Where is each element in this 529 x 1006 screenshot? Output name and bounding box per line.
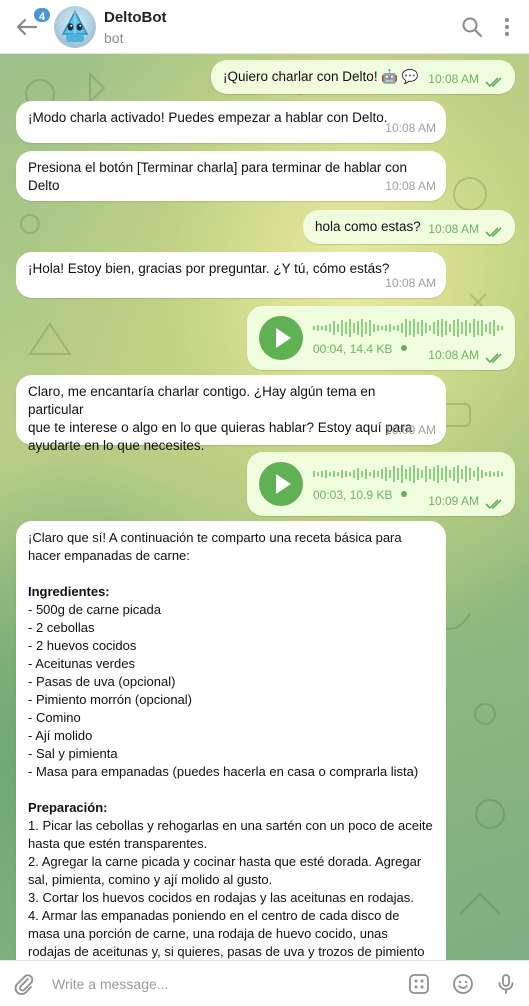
emoji-icon[interactable] (451, 972, 475, 996)
message-incoming[interactable]: ¡Modo charla activado! Puedes empezar a … (16, 101, 446, 143)
message-text: ¡Modo charla activado! Puedes empezar a … (28, 110, 388, 125)
more-vertical-icon[interactable] (496, 16, 518, 38)
message-input[interactable]: Write a message... (52, 976, 168, 992)
step-line: 2. Agregar la carne picada y cocinar has… (28, 854, 422, 869)
message-time: 10:08 AM (385, 121, 436, 135)
read-checkmarks-icon (485, 77, 502, 88)
message-text: hola como estas? (315, 219, 421, 234)
message-time: 10:08 AM (385, 276, 436, 290)
search-icon[interactable] (461, 16, 483, 38)
play-button[interactable] (259, 316, 303, 360)
waveform-icon (313, 465, 503, 483)
ingredient-item: - Ají molido (28, 728, 93, 743)
ingredient-item: - 2 cebollas (28, 620, 95, 635)
message-time: 10:08 AM (428, 222, 479, 236)
message-incoming-recipe[interactable]: ¡Claro que sí! A continuación te compart… (16, 521, 446, 960)
robot-avatar-icon (61, 10, 89, 42)
play-button[interactable] (259, 462, 303, 506)
message-time: 10:09 AM (385, 423, 436, 437)
ingredient-item: - Sal y pimienta (28, 746, 118, 761)
recipe-intro: ¡Claro que sí! A continuación te compart… (28, 530, 402, 563)
unplayed-dot-icon (401, 491, 407, 497)
ingredient-item: - Masa para empanadas (puedes hacerla en… (28, 764, 419, 779)
message-outgoing[interactable]: hola como estas? 10:08 AM (303, 210, 515, 244)
message-time: 10:08 AM (428, 72, 479, 86)
chat-area[interactable]: ¡Quiero charlar con Delto! 🤖 💬 10:08 AM … (0, 54, 529, 960)
step-line: rodajas de aceitunas y, si quieres, pasa… (28, 944, 425, 959)
message-text: Claro, me encantaría charlar contigo. ¿H… (28, 384, 413, 453)
attach-paperclip-icon[interactable] (12, 972, 36, 996)
message-text: ¡Quiero charlar con Delto! 🤖 💬 (223, 69, 419, 84)
voice-message-outgoing[interactable]: 00:04, 14.4 KB 10:08 AM (247, 306, 515, 370)
unplayed-dot-icon (401, 345, 407, 351)
ingredient-item: - Pasas de uva (opcional) (28, 674, 176, 689)
step-line: sal, pimienta, comino y ají molido al gu… (28, 872, 273, 887)
message-time: 10:09 AM (428, 494, 479, 508)
message-incoming[interactable]: Presiona el botón [Terminar charla] para… (16, 151, 446, 201)
message-incoming[interactable]: Claro, me encantaría charlar contigo. ¿H… (16, 375, 446, 453)
bot-commands-icon[interactable] (407, 972, 431, 996)
chat-subtitle: bot (104, 30, 124, 46)
microphone-icon[interactable] (494, 972, 518, 996)
ingredient-item: - Pimiento morrón (opcional) (28, 692, 193, 707)
message-input-bar: Write a message... (0, 960, 529, 1006)
read-checkmarks-icon (485, 227, 502, 238)
ingredient-item: - 500g de carne picada (28, 602, 161, 617)
chat-title: DeltoBot (104, 9, 167, 26)
message-text: ¡Hola! Estoy bien, gracias por preguntar… (28, 261, 390, 276)
chat-header: 4 DeltoBot bot (0, 0, 529, 54)
read-checkmarks-icon (485, 499, 502, 510)
message-time: 10:08 AM (428, 348, 479, 362)
step-line: masa una porción de carne, una rodaja de… (28, 926, 388, 941)
voice-duration-size: 00:03, 10.9 KB (313, 488, 393, 502)
read-checkmarks-icon (485, 353, 502, 364)
preparation-heading: Preparación: (28, 800, 108, 815)
ingredient-item: - 2 huevos cocidos (28, 638, 137, 653)
ingredient-item: - Comino (28, 710, 81, 725)
message-outgoing[interactable]: ¡Quiero charlar con Delto! 🤖 💬 10:08 AM (211, 60, 515, 94)
step-line: 1. Picar las cebollas y rehogarlas en un… (28, 818, 433, 833)
waveform-icon (313, 319, 503, 337)
step-line: 3. Cortar los huevos cocidos en rodajas … (28, 890, 414, 905)
play-icon (276, 474, 291, 494)
unread-badge: 4 (32, 6, 53, 24)
ingredients-heading: Ingredientes: (28, 584, 110, 599)
message-text: Presiona el botón [Terminar charla] para… (28, 160, 407, 193)
play-icon (276, 328, 291, 348)
message-incoming[interactable]: ¡Hola! Estoy bien, gracias por preguntar… (16, 252, 446, 298)
voice-message-outgoing[interactable]: 00:03, 10.9 KB 10:09 AM (247, 452, 515, 516)
message-time: 10:08 AM (385, 179, 436, 193)
avatar[interactable] (54, 6, 96, 48)
voice-duration-size: 00:04, 14.4 KB (313, 342, 393, 356)
step-line: 4. Armar las empanadas poniendo en el ce… (28, 908, 400, 923)
step-line: hasta que estén transparentes. (28, 836, 208, 851)
ingredient-item: - Aceitunas verdes (28, 656, 135, 671)
